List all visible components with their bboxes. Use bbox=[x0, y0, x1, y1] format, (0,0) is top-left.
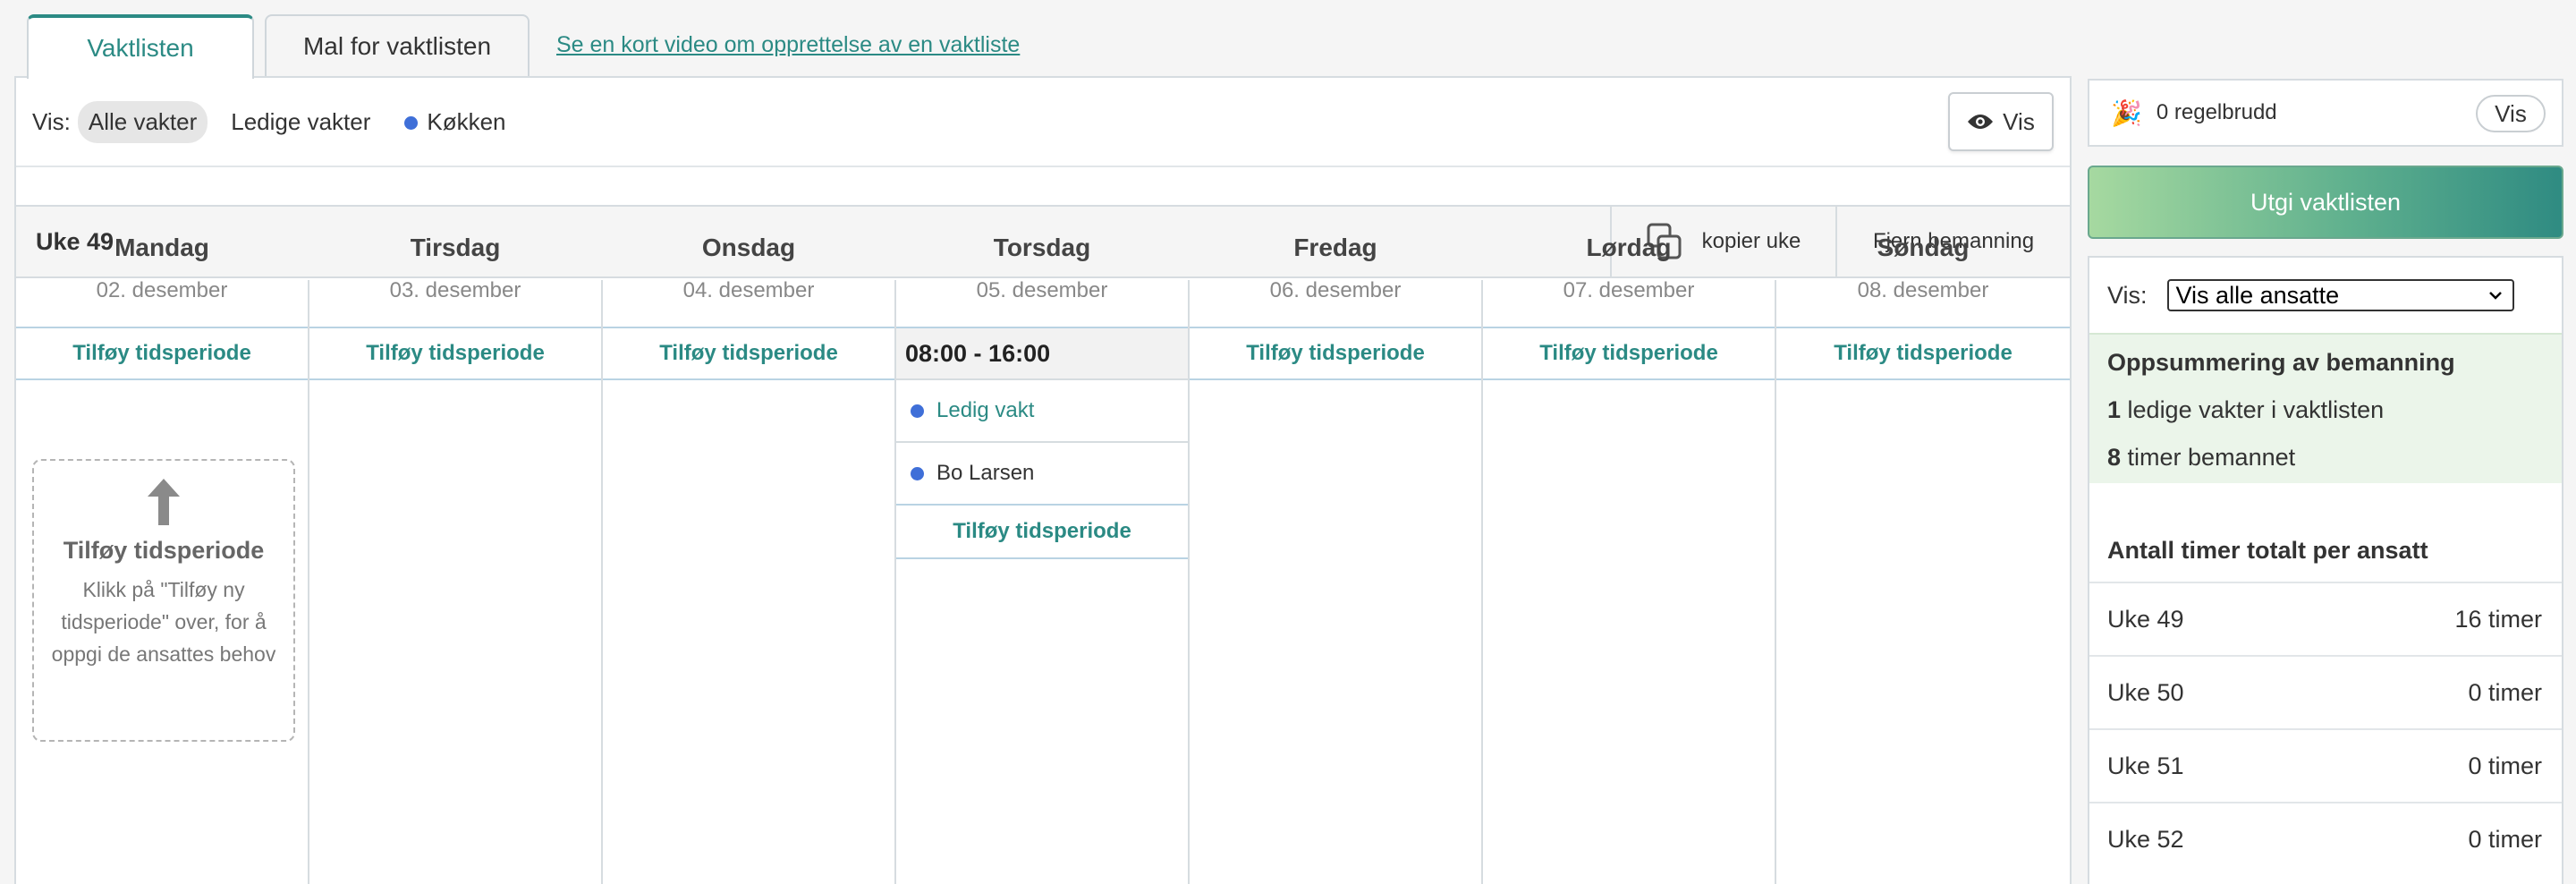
day-name: Mandag bbox=[114, 234, 209, 261]
filter-bar: Vis: Alle vakter Ledige vakter Køkken Vi… bbox=[16, 78, 2070, 167]
day-column-thursday: Torsdag 05. desember 08:00 - 16:00 Ledig… bbox=[896, 234, 1190, 884]
add-period-button[interactable]: Tilføy tidsperiode bbox=[1776, 327, 2070, 380]
day-column-wednesday: Onsdag 04. desember Tilføy tidsperiode bbox=[603, 234, 896, 884]
shift-open[interactable]: Ledig vakt bbox=[896, 380, 1188, 443]
add-period-button[interactable]: Tilføy tidsperiode bbox=[896, 504, 1188, 559]
rule-violations-box: 🎉 0 regelbrudd Vis bbox=[2088, 79, 2563, 147]
vis-button[interactable]: Vis bbox=[1948, 92, 2054, 151]
period-time[interactable]: 08:00 - 16:00 bbox=[896, 327, 1188, 380]
summary-line-hours: 8 timer bemannet bbox=[2107, 444, 2296, 471]
week-hours-row: Uke 51 0 timer bbox=[2089, 728, 2562, 802]
add-period-placeholder[interactable]: Tilføy tidsperiode Klikk på "Tilføy ny t… bbox=[32, 459, 295, 742]
party-icon: 🎉 bbox=[2111, 98, 2142, 127]
week-hours-row: Uke 52 0 timer bbox=[2089, 802, 2562, 875]
placeholder-title: Tilføy tidsperiode bbox=[63, 537, 265, 564]
day-date: 03. desember bbox=[389, 278, 521, 302]
day-column-saturday: Lørdag 07. desember Tilføy tidsperiode bbox=[1483, 234, 1776, 884]
employee-filter-select[interactable]: Vis alle ansatte bbox=[2166, 279, 2514, 311]
day-column-tuesday: Tirsdag 03. desember Tilføy tidsperiode bbox=[309, 234, 603, 884]
week-hours-row: Uke 50 0 timer bbox=[2089, 655, 2562, 728]
day-date: 05. desember bbox=[976, 278, 1108, 302]
staffing-summary-panel: Vis: Vis alle ansatte Oppsummering av be… bbox=[2088, 256, 2563, 884]
vis-button-label: Vis bbox=[2003, 107, 2035, 135]
shift-label: Bo Larsen bbox=[936, 461, 1035, 485]
add-period-button[interactable]: Tilføy tidsperiode bbox=[1190, 327, 1481, 380]
day-date: 02. desember bbox=[96, 278, 228, 302]
publish-button[interactable]: Utgi vaktlisten bbox=[2088, 166, 2563, 239]
roster-panel: Vis: Alle vakter Ledige vakter Køkken Vi… bbox=[14, 76, 2072, 884]
filter-chip-open-shifts[interactable]: Ledige vakter bbox=[220, 101, 381, 143]
filter-chip-kitchen[interactable]: Køkken bbox=[394, 101, 516, 143]
kitchen-dot-icon bbox=[404, 116, 419, 131]
rule-violations-vis-button[interactable]: Vis bbox=[2476, 95, 2546, 132]
add-period-button[interactable]: Tilføy tidsperiode bbox=[1483, 327, 1775, 380]
day-date: 06. desember bbox=[1269, 278, 1402, 302]
arrow-up-icon bbox=[148, 479, 180, 525]
add-period-button[interactable]: Tilføy tidsperiode bbox=[16, 327, 308, 380]
eye-icon bbox=[1968, 115, 1994, 129]
tab-mal-for-vaktlisten[interactable]: Mal for vaktlisten bbox=[265, 14, 530, 77]
placeholder-text: Klikk på "Tilføy ny tidsperiode" over, f… bbox=[51, 578, 276, 666]
kitchen-dot-icon bbox=[911, 466, 924, 480]
chevron-down-icon bbox=[2488, 292, 2502, 300]
shift-bo-larsen[interactable]: Bo Larsen bbox=[896, 443, 1188, 506]
kitchen-label: Køkken bbox=[427, 107, 506, 135]
filter-chip-all-shifts[interactable]: Alle vakter bbox=[77, 100, 208, 143]
day-name: Torsdag bbox=[993, 234, 1091, 261]
summary-line-open-shifts: 1 ledige vakter i vaktlisten bbox=[2107, 396, 2385, 423]
day-column-friday: Fredag 06. desember Tilføy tidsperiode bbox=[1190, 234, 1483, 884]
day-date: 08. desember bbox=[1857, 278, 1989, 302]
video-link[interactable]: Se en kort video om opprettelse av en va… bbox=[556, 32, 1020, 58]
employee-filter-value: Vis alle ansatte bbox=[2175, 281, 2340, 309]
day-name: Tirsdag bbox=[410, 234, 501, 261]
filter-label: Vis: bbox=[32, 107, 71, 135]
day-date: 04. desember bbox=[682, 278, 815, 302]
day-name: Søndag bbox=[1877, 234, 1970, 261]
day-column-sunday: Søndag 08. desember Tilføy tidsperiode bbox=[1776, 234, 2070, 884]
day-name: Fredag bbox=[1293, 234, 1377, 261]
shift-label: Ledig vakt bbox=[936, 398, 1035, 422]
employee-filter-label: Vis: bbox=[2107, 281, 2148, 309]
rule-violations-text: 0 regelbrudd bbox=[2156, 100, 2277, 124]
day-column-monday: Mandag 02. desember Tilføy tidsperiode T… bbox=[16, 234, 309, 884]
hours-per-employee-title: Antall timer totalt per ansatt bbox=[2107, 537, 2428, 564]
kitchen-dot-icon bbox=[911, 404, 924, 418]
day-date: 07. desember bbox=[1563, 278, 1695, 302]
add-period-button[interactable]: Tilføy tidsperiode bbox=[309, 327, 601, 380]
day-name: Onsdag bbox=[701, 234, 796, 261]
week-hours-row: Uke 49 16 timer bbox=[2089, 582, 2562, 655]
employee-filter-row: Vis: Vis alle ansatte bbox=[2089, 258, 2562, 333]
add-period-button[interactable]: Tilføy tidsperiode bbox=[603, 327, 894, 380]
tab-vaktlisten[interactable]: Vaktlisten bbox=[27, 14, 254, 79]
day-name: Lørdag bbox=[1586, 234, 1672, 261]
staffing-summary: Oppsummering av bemanning 1 ledige vakte… bbox=[2089, 333, 2562, 483]
summary-title: Oppsummering av bemanning bbox=[2107, 349, 2455, 376]
